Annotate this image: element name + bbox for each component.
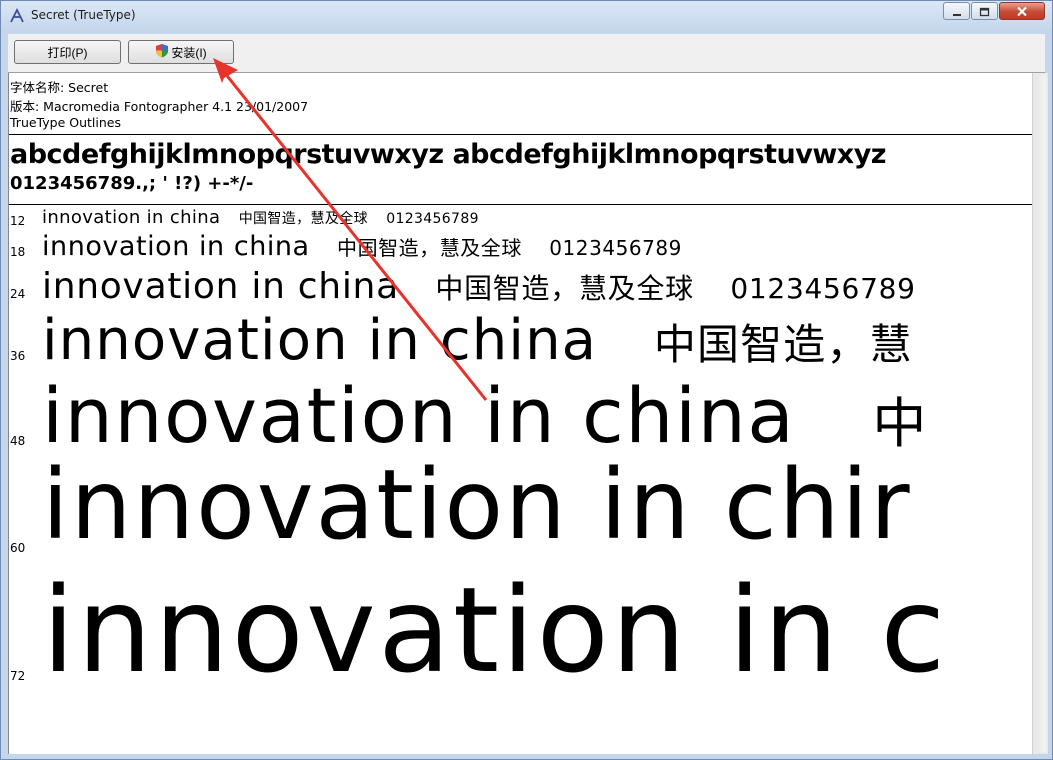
sample-size-label: 18 bbox=[10, 245, 26, 259]
sample-cjk-text: 中 bbox=[872, 392, 928, 455]
maximize-button[interactable] bbox=[971, 2, 998, 20]
sample-size-label: 60 bbox=[10, 541, 26, 555]
charset-letters: abcdefghijklmnopqrstuvwxyz abcdefghijklm… bbox=[10, 139, 887, 170]
sample-line-72: innovation in c bbox=[42, 571, 948, 689]
sample-line-24: innovation in china 中国智造，慧及全球 0123456789 bbox=[42, 269, 916, 305]
uac-shield-icon bbox=[155, 43, 169, 61]
sample-cjk-text: 中国智造，慧及全球 bbox=[238, 211, 368, 227]
sample-line-18: innovation in china 中国智造，慧及全球 0123456789 bbox=[42, 233, 682, 260]
sample-latin-text: innovation in c bbox=[42, 561, 948, 699]
minimize-icon bbox=[952, 2, 962, 21]
install-button-label: 安装(I) bbox=[171, 45, 207, 60]
sample-cjk-text: 中国智造，慧及全球 bbox=[435, 272, 694, 305]
sample-latin-text: innovation in chir bbox=[42, 449, 912, 561]
sample-digits-text: 0123456789 bbox=[549, 236, 682, 260]
install-button[interactable]: 安装(I) bbox=[128, 40, 234, 64]
font-viewer-icon bbox=[9, 7, 25, 24]
scrollbar-track[interactable] bbox=[1035, 75, 1046, 752]
sample-line-60: innovation in chir bbox=[42, 457, 912, 553]
font-preview-pane[interactable]: 字体名称: Secret 版本: Macromedia Fontographer… bbox=[8, 73, 1033, 754]
sample-cjk-text: 中国智造，慧及全球 bbox=[337, 236, 522, 260]
sample-line-36: innovation in china 中国智造，慧 bbox=[42, 313, 913, 369]
divider bbox=[9, 134, 1033, 135]
minimize-button[interactable] bbox=[943, 2, 970, 20]
print-button[interactable]: 打印(P) bbox=[14, 40, 121, 64]
vertical-scrollbar[interactable] bbox=[1032, 73, 1048, 754]
sample-size-label: 12 bbox=[10, 214, 26, 228]
sample-digits-text: 0123456789 bbox=[386, 211, 479, 227]
sample-size-label: 36 bbox=[10, 349, 26, 363]
font-version-text: 版本: Macromedia Fontographer 4.1 23/01/20… bbox=[10, 99, 309, 114]
title-bar[interactable]: Secret (TrueType) bbox=[1, 1, 1052, 31]
charset-digits-symbols: 0123456789.,; ' !?) +-*/- bbox=[10, 173, 254, 194]
window-title: Secret (TrueType) bbox=[31, 8, 136, 22]
sample-latin-text: innovation in china bbox=[42, 231, 310, 262]
sample-latin-text: innovation in china bbox=[42, 207, 221, 228]
font-name-text: 字体名称: Secret bbox=[10, 80, 109, 95]
sample-latin-text: innovation in china bbox=[42, 371, 796, 460]
font-outline-type-text: TrueType Outlines bbox=[10, 115, 121, 130]
sample-line-48: innovation in china 中 bbox=[42, 378, 928, 454]
sample-size-label: 72 bbox=[10, 669, 26, 683]
sample-latin-text: innovation in china bbox=[42, 308, 598, 373]
divider bbox=[9, 204, 1033, 205]
font-preview-window: Secret (TrueType) 打印(P) 安装(I) 字体名称: Secr… bbox=[0, 0, 1053, 760]
close-icon bbox=[1016, 2, 1028, 21]
maximize-icon bbox=[979, 2, 990, 21]
sample-latin-text: innovation in china bbox=[42, 266, 399, 307]
close-button[interactable] bbox=[999, 2, 1045, 20]
sample-size-label: 24 bbox=[10, 287, 26, 301]
sample-size-label: 48 bbox=[10, 434, 26, 448]
sample-cjk-text: 中国智造，慧 bbox=[653, 320, 913, 369]
sample-line-12: innovation in china 中国智造，慧及全球 0123456789 bbox=[42, 209, 479, 227]
print-button-label: 打印(P) bbox=[47, 45, 88, 60]
toolbar: 打印(P) 安装(I) bbox=[8, 34, 1045, 73]
sample-digits-text: 0123456789 bbox=[730, 272, 916, 305]
